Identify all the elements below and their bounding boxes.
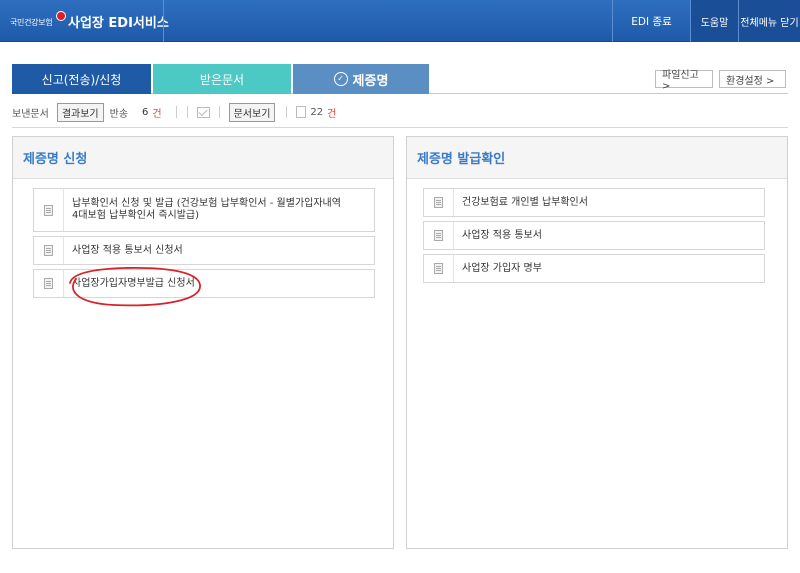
- view-docs-button[interactable]: 문서보기: [228, 102, 276, 122]
- list-item-text: 납부확인서 신청 및 발급 (건강보험 납부확인서 - 월별가입자내역 4대보험…: [64, 189, 374, 231]
- doc-icon-cell: [34, 189, 64, 231]
- panel-title: 제증명 발급확인: [407, 137, 787, 179]
- doc-icon-cell: [424, 255, 454, 282]
- docs-unit: 건: [327, 108, 337, 120]
- list-item-label: 사업장 적용 통보서: [462, 229, 542, 241]
- list-item-member-roster-request[interactable]: 사업장가입자명부발급 신청서: [33, 269, 375, 298]
- logo-text: 국민건강보험: [10, 17, 53, 27]
- list-item-payment-confirmation[interactable]: 납부확인서 신청 및 발급 (건강보험 납부확인서 - 월별가입자내역 4대보험…: [33, 188, 375, 232]
- header-divider: [163, 0, 164, 42]
- list-item-member-roster[interactable]: 사업장 가입자 명부: [423, 254, 765, 283]
- close-all-menus-button[interactable]: 전체메뉴 닫기: [738, 0, 800, 42]
- mail-icon[interactable]: [196, 106, 210, 118]
- returned-count: 6: [142, 106, 149, 118]
- app-title: 사업장 EDI서비스: [68, 16, 169, 31]
- nhis-logo[interactable]: 국민건강보험: [10, 11, 66, 30]
- returned-label: 반송: [109, 108, 129, 120]
- edi-window: 국민건강보험 사업장 EDI서비스 EDI 종료 도움말 전체메뉴 닫기 신고(…: [0, 0, 800, 573]
- document-icon: [44, 245, 53, 256]
- document-icon: [434, 197, 443, 208]
- list-item-line1: 납부확인서 신청 및 발급 (건강보험 납부확인서 - 월별가입자내역: [72, 198, 341, 209]
- edi-exit-button[interactable]: EDI 종료: [612, 0, 690, 42]
- file-report-button[interactable]: 파일신고 >: [655, 70, 713, 92]
- header-actions: EDI 종료 도움말 전체메뉴 닫기: [612, 0, 800, 42]
- logo-mark-icon: [56, 11, 66, 21]
- certificate-issue-panel: 제증명 발급확인 건강보험료 개인별 납부확인서 사업장 적용 통보서 사업장 …: [406, 136, 788, 549]
- document-icon: [296, 106, 307, 118]
- list-item-line2: 4대보험 납부확인서 즉시발급): [72, 210, 200, 221]
- toolbar-separator: [12, 127, 788, 128]
- header-bar: 국민건강보험 사업장 EDI서비스 EDI 종료 도움말 전체메뉴 닫기: [0, 0, 800, 42]
- list-item-premium-payment[interactable]: 건강보험료 개인별 납부확인서: [423, 188, 765, 217]
- panel-title: 제증명 신청: [13, 137, 393, 179]
- toolbar-divider: [186, 106, 188, 118]
- view-results-button[interactable]: 결과보기: [56, 102, 104, 122]
- document-icon: [44, 204, 53, 216]
- list-item-label: 사업장가입자명부발급 신청서: [72, 277, 195, 289]
- check-circle-icon: ✓: [333, 72, 348, 86]
- list-item-label: 사업장 가입자 명부: [462, 262, 542, 274]
- list-item-application-notice[interactable]: 사업장 적용 통보서: [423, 221, 765, 250]
- issue-list: 건강보험료 개인별 납부확인서 사업장 적용 통보서 사업장 가입자 명부: [423, 188, 765, 287]
- doc-icon-cell: [424, 222, 454, 249]
- returned-unit: 건: [152, 108, 162, 120]
- tab-certificates-label: 제증명: [352, 73, 389, 89]
- toolbar-divider: [286, 106, 288, 118]
- document-icon: [434, 230, 443, 241]
- document-icon: [44, 278, 53, 289]
- docs-count: 22: [310, 106, 324, 118]
- doc-icon-cell: [34, 237, 64, 264]
- sent-docs-label: 보낸문서: [12, 108, 49, 120]
- request-list: 납부확인서 신청 및 발급 (건강보험 납부확인서 - 월별가입자내역 4대보험…: [33, 188, 375, 302]
- certificate-request-panel: 제증명 신청 납부확인서 신청 및 발급 (건강보험 납부확인서 - 월별가입자…: [12, 136, 394, 549]
- doc-icon-cell: [34, 270, 64, 297]
- tab-bar: 신고(전송)/신청 받은문서 ✓ 제증명 파일신고 > 환경설정 >: [12, 64, 788, 94]
- tab-report-submit[interactable]: 신고(전송)/신청: [12, 64, 151, 94]
- toolbar-divider: [218, 106, 220, 118]
- document-icon: [434, 263, 443, 274]
- toolbar-divider: [175, 106, 177, 118]
- doc-status-toolbar: 보낸문서 결과보기 반송 6 건 문서보기 22 건: [12, 102, 337, 122]
- list-item-label: 건강보험료 개인별 납부확인서: [462, 196, 588, 208]
- tab-received-docs[interactable]: 받은문서: [153, 64, 291, 94]
- env-settings-button[interactable]: 환경설정 >: [719, 70, 786, 88]
- list-item-label: 사업장 적용 통보서 신청서: [72, 244, 183, 256]
- help-button[interactable]: 도움말: [690, 0, 738, 42]
- tab-certificates[interactable]: ✓ 제증명: [293, 64, 429, 94]
- list-item-application-notice[interactable]: 사업장 적용 통보서 신청서: [33, 236, 375, 265]
- doc-icon-cell: [424, 189, 454, 216]
